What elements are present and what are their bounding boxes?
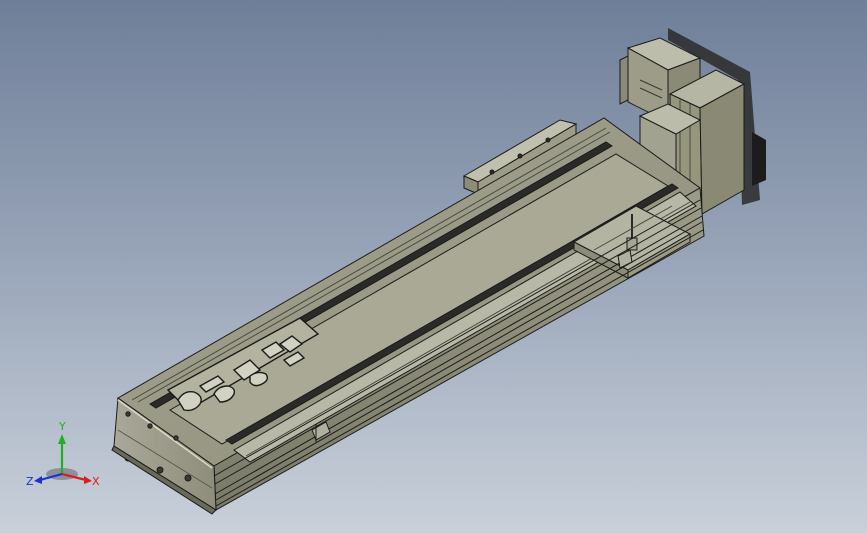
linear-actuator-model[interactable] [0, 0, 867, 533]
top-surface-slots [131, 127, 697, 463]
z-axis-label: Z [26, 475, 34, 488]
graphics-viewport[interactable]: Y X Z [0, 0, 867, 533]
y-axis-arrow-icon [58, 434, 66, 444]
axis-triad: Y X Z [26, 420, 100, 488]
x-axis-arrow-icon [84, 476, 92, 484]
z-axis-arrow-icon [34, 476, 42, 484]
x-axis-label: X [92, 475, 100, 488]
y-axis-label: Y [58, 420, 66, 433]
